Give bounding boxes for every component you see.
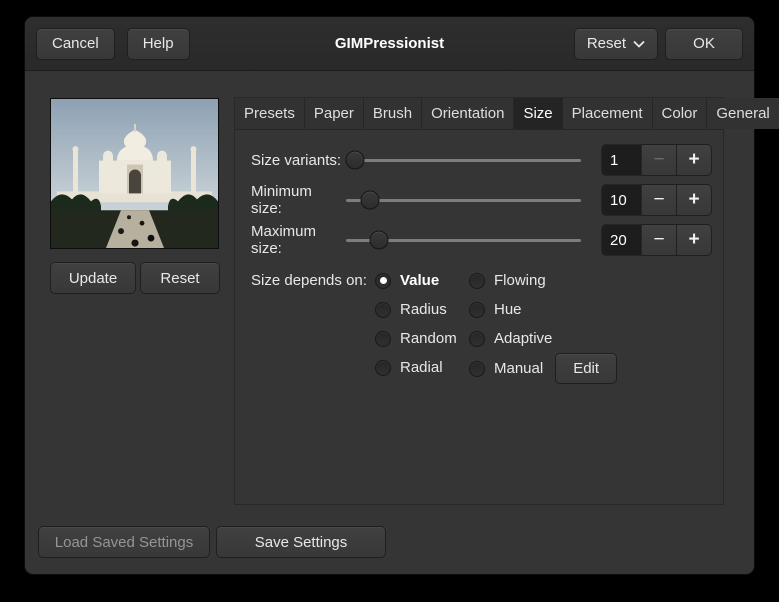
radio-radius[interactable]: Radius (375, 295, 469, 324)
radio-radial-label: Radial (400, 359, 443, 376)
size-variants-row: Size variants: − + (251, 140, 709, 180)
headerbar: Cancel Help GIMPressionist Reset OK (25, 17, 754, 71)
radio-value-label: Value (400, 272, 439, 289)
radio-icon (469, 273, 485, 289)
minimum-size-row: Minimum size: − + (251, 180, 709, 220)
radio-adaptive-label: Adaptive (494, 330, 552, 347)
tab-orientation[interactable]: Orientation (422, 98, 514, 129)
plus-button[interactable]: + (677, 144, 712, 176)
plus-button[interactable]: + (677, 224, 712, 256)
tab-presets[interactable]: Presets (235, 98, 305, 129)
radio-icon (469, 302, 485, 318)
tab-paper[interactable]: Paper (305, 98, 364, 129)
minus-button[interactable]: − (642, 184, 677, 216)
radio-icon (469, 361, 485, 377)
size-variants-slider[interactable] (346, 140, 581, 180)
size-variants-entry[interactable] (601, 144, 642, 176)
dialog-content: Update Reset Presets Paper Brush Orienta… (25, 71, 754, 575)
radio-icon (375, 331, 391, 347)
load-saved-settings-button[interactable]: Load Saved Settings (38, 526, 210, 558)
slider-track (346, 159, 581, 162)
radio-value[interactable]: Value (375, 266, 469, 295)
slider-track (346, 199, 581, 202)
tab-bar: Presets Paper Brush Orientation Size Pla… (235, 98, 723, 130)
radio-random[interactable]: Random (375, 324, 469, 353)
radio-radius-label: Radius (400, 301, 447, 318)
ok-button[interactable]: OK (665, 28, 743, 60)
radio-icon (375, 302, 391, 318)
maximum-size-slider[interactable] (346, 220, 581, 260)
size-variants-label: Size variants: (251, 152, 346, 169)
radio-icon (469, 331, 485, 347)
radio-adaptive[interactable]: Adaptive (469, 324, 617, 353)
minus-button[interactable]: − (642, 144, 677, 176)
slider-thumb[interactable] (346, 151, 365, 170)
maximum-size-entry[interactable] (601, 224, 642, 256)
headerbar-left-group: Cancel Help (36, 28, 190, 60)
tab-size[interactable]: Size (514, 98, 562, 129)
tab-color[interactable]: Color (653, 98, 708, 129)
maximum-size-label: Maximum size: (251, 223, 346, 257)
tab-brush[interactable]: Brush (364, 98, 422, 129)
manual-option-cell: Manual Edit (469, 353, 617, 384)
slider-thumb[interactable] (360, 191, 379, 210)
settings-notebook: Presets Paper Brush Orientation Size Pla… (234, 97, 724, 505)
headerbar-right-group: Reset OK (574, 28, 743, 60)
preview-reset-button[interactable]: Reset (140, 262, 220, 294)
radio-manual-label: Manual (494, 360, 543, 377)
edit-button[interactable]: Edit (555, 353, 617, 384)
maximum-size-spinbox: − + (601, 224, 712, 256)
radio-selected-icon (375, 273, 391, 289)
radio-flowing-label: Flowing (494, 272, 546, 289)
slider-thumb[interactable] (369, 231, 388, 250)
minimum-size-spinbox: − + (601, 184, 712, 216)
radio-icon (375, 360, 391, 376)
minimum-size-label: Minimum size: (251, 183, 346, 217)
plus-button[interactable]: + (677, 184, 712, 216)
preview-image (50, 98, 219, 249)
reset-dropdown-button[interactable]: Reset (574, 28, 658, 60)
radio-radial[interactable]: Radial (375, 353, 469, 382)
radio-manual[interactable]: Manual (469, 354, 543, 383)
maximum-size-row: Maximum size: − + (251, 220, 709, 260)
chevron-down-icon (633, 40, 645, 48)
minus-button[interactable]: − (642, 224, 677, 256)
tab-placement[interactable]: Placement (563, 98, 653, 129)
tab-general[interactable]: General (707, 98, 779, 129)
size-tab-panel: Size variants: − + Minimum size: (235, 130, 723, 384)
taj-mahal-preview-graphic (51, 99, 218, 248)
gimpressionist-dialog: Cancel Help GIMPressionist Reset OK (24, 16, 755, 575)
radio-flowing[interactable]: Flowing (469, 266, 617, 295)
radio-hue-label: Hue (494, 301, 522, 318)
minimum-size-slider[interactable] (346, 180, 581, 220)
size-depends-label: Size depends on: (251, 266, 375, 295)
update-button[interactable]: Update (50, 262, 136, 294)
cancel-button[interactable]: Cancel (36, 28, 115, 60)
radio-random-label: Random (400, 330, 457, 347)
radio-hue[interactable]: Hue (469, 295, 617, 324)
size-depends-row: Size depends on: Value Flowing Radius (251, 266, 709, 384)
size-depends-radio-group: Value Flowing Radius Hue (375, 266, 617, 384)
save-settings-button[interactable]: Save Settings (216, 526, 386, 558)
minimum-size-entry[interactable] (601, 184, 642, 216)
reset-dropdown-label: Reset (587, 35, 626, 52)
help-button[interactable]: Help (127, 28, 190, 60)
size-variants-spinbox: − + (601, 144, 712, 176)
